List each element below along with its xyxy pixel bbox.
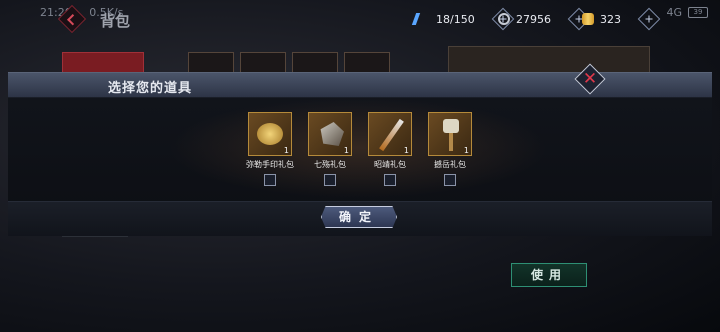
stamina-value: 18/150: [436, 12, 475, 26]
item-name: 撼岳礼包: [434, 160, 466, 169]
inventory-column: [62, 236, 128, 297]
item-checkbox[interactable]: [444, 174, 456, 186]
battery-icon: 39: [688, 7, 708, 18]
resource-coin: 27956: [498, 7, 591, 31]
claw-icon: [320, 122, 344, 146]
item-checkbox[interactable]: [264, 174, 276, 186]
coin-value: 27956: [516, 12, 551, 26]
sword-icon: [379, 118, 404, 152]
item-quantity: 1: [343, 146, 349, 155]
dialog-title: 选择您的道具: [108, 81, 193, 96]
item-quantity: 1: [463, 146, 469, 155]
gauntlet-icon: [257, 123, 283, 145]
status-signal: 4G: [666, 6, 682, 19]
resource-gem: 323: [582, 7, 661, 31]
item-frame[interactable]: 1: [308, 112, 352, 156]
close-icon: ✕: [582, 69, 598, 89]
item-option[interactable]: 1 七殇礼包: [300, 112, 360, 186]
item-option[interactable]: 1 撼岳礼包: [420, 112, 480, 186]
item-frame[interactable]: 1: [248, 112, 292, 156]
item-option[interactable]: 1 弥勒手印礼包: [240, 112, 300, 186]
item-name: 弥勒手印礼包: [246, 160, 294, 169]
dialog-header: 选择您的道具: [8, 73, 712, 98]
gem-value: 323: [600, 12, 621, 26]
item-frame[interactable]: 1: [368, 112, 412, 156]
page-title: 背包: [100, 12, 131, 30]
hammer-icon: [443, 119, 459, 151]
status-right: 4G 39: [666, 6, 708, 19]
item-checkbox[interactable]: [384, 174, 396, 186]
confirm-button[interactable]: 确定: [321, 206, 397, 228]
item-quantity: 1: [283, 146, 289, 155]
coin-icon: [498, 13, 510, 25]
resource-stamina: 18/150: [411, 7, 515, 31]
item-name: 昭靖礼包: [374, 160, 406, 169]
item-name: 七殇礼包: [314, 160, 346, 169]
item-checkbox[interactable]: [324, 174, 336, 186]
item-quantity: 1: [403, 146, 409, 155]
use-button[interactable]: 使用: [511, 263, 587, 287]
item-select-dialog: 选择您的道具 ✕ 1 弥勒手印礼包 1 七殇礼包 1 昭靖礼包 1 撼岳礼包 确…: [8, 63, 712, 236]
item-frame[interactable]: 1: [428, 112, 472, 156]
add-gem-button[interactable]: [637, 7, 661, 31]
stamina-icon: [411, 13, 433, 25]
gem-icon: [582, 13, 594, 25]
item-option[interactable]: 1 昭靖礼包: [360, 112, 420, 186]
